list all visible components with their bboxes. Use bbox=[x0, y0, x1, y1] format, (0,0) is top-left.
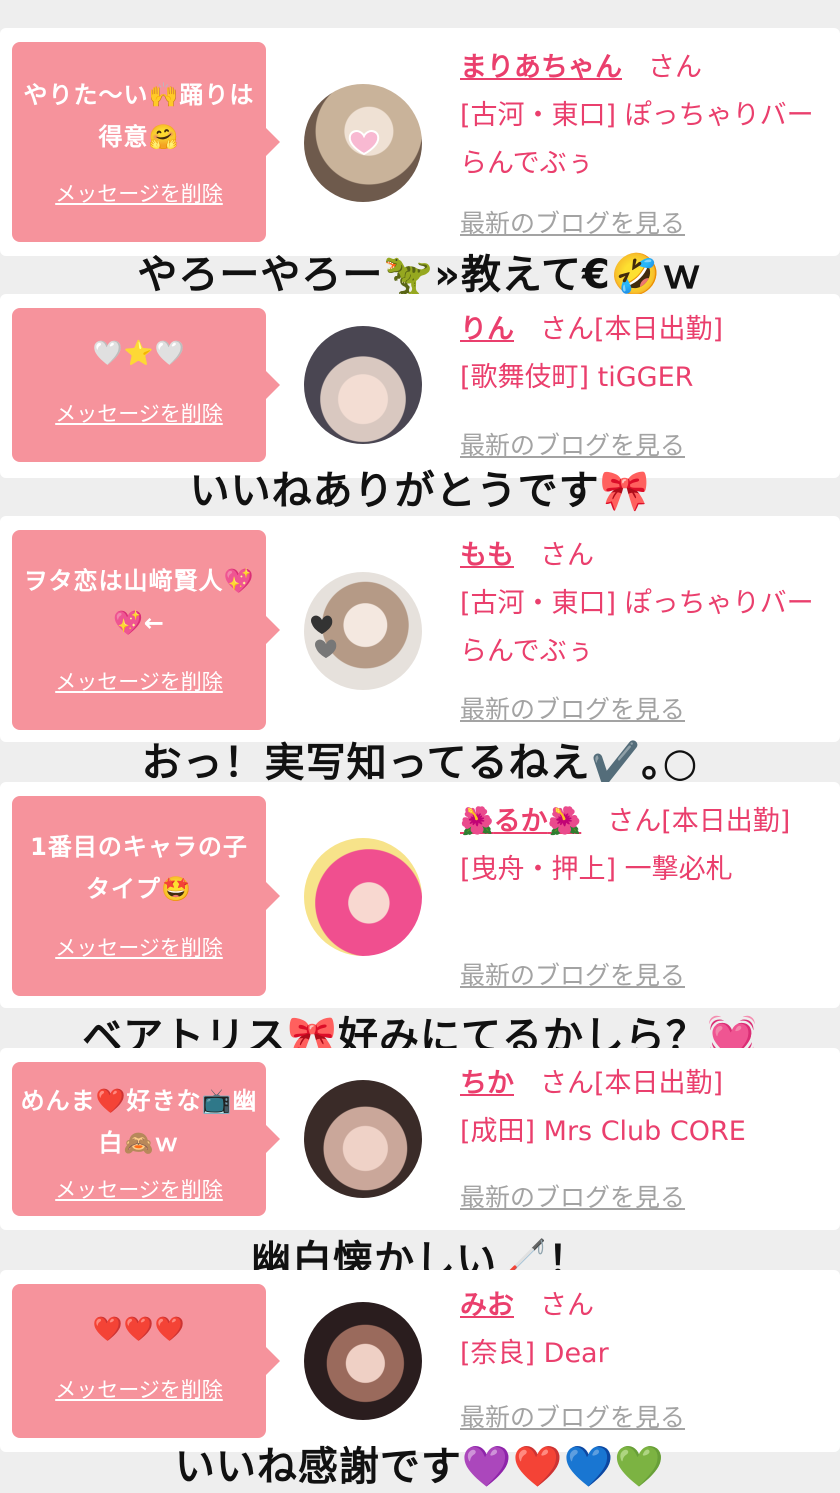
message-bubble: 🤍⭐🤍 メッセージを削除 bbox=[12, 308, 280, 462]
shop-link[interactable]: [成田] Mrs Club CORE bbox=[460, 1108, 832, 1156]
message-text: やりた〜い🙌踊りは得意🤗 bbox=[23, 81, 255, 151]
caption-overlay: おっ！実写知ってるねえ✔️｡○ bbox=[141, 740, 699, 786]
delete-message-link[interactable]: メッセージを削除 bbox=[12, 178, 266, 208]
profile-name[interactable]: 🌺るか🌺 bbox=[460, 806, 581, 837]
shop-link[interactable]: [奈良] Dear bbox=[460, 1330, 832, 1378]
latest-blog-link[interactable]: 最新のブログを見る bbox=[460, 1398, 685, 1434]
shop-link[interactable]: [歌舞伎町] tiGGER bbox=[460, 354, 832, 402]
delete-message-link[interactable]: メッセージを削除 bbox=[12, 666, 266, 696]
honorific: さん[本日出勤] bbox=[540, 314, 724, 345]
profile-name[interactable]: りん bbox=[460, 314, 514, 345]
avatar[interactable] bbox=[304, 84, 422, 202]
latest-blog-link[interactable]: 最新のブログを見る bbox=[460, 690, 685, 726]
profile-info: 🌺るか🌺 さん[本日出勤] [曳舟・押上] 一撃必札 bbox=[460, 798, 832, 894]
message-text: 1番目のキャラの子タイプ🤩 bbox=[30, 833, 248, 903]
honorific: さん bbox=[648, 52, 702, 83]
message-text: ❤️❤️❤️ bbox=[92, 1315, 186, 1343]
message-text: ヲタ恋は山﨑賢人💖💖← bbox=[23, 567, 255, 637]
latest-blog-link[interactable]: 最新のブログを見る bbox=[460, 956, 685, 992]
message-text: 🤍⭐🤍 bbox=[92, 339, 186, 367]
profile-info: ちか さん[本日出勤] [成田] Mrs Club CORE bbox=[460, 1060, 832, 1156]
avatar[interactable] bbox=[304, 572, 422, 690]
shop-link[interactable]: [曳舟・押上] 一撃必札 bbox=[460, 846, 832, 894]
profile-name[interactable]: ちか bbox=[460, 1068, 514, 1099]
profile-info: まりあちゃん さん [古河・東口] ぽっちゃりバー らんでぶぅ bbox=[460, 44, 832, 188]
post-card: 1番目のキャラの子タイプ🤩 メッセージを削除 🌺るか🌺 さん[本日出勤] [曳舟・… bbox=[0, 782, 840, 1008]
shop-link[interactable]: [古河・東口] ぽっちゃりバー らんでぶぅ bbox=[460, 580, 832, 676]
honorific: さん[本日出勤] bbox=[607, 806, 791, 837]
latest-blog-link[interactable]: 最新のブログを見る bbox=[460, 426, 685, 462]
message-text: めんま❤️好きな📺幽白🙈ｗ bbox=[20, 1087, 258, 1157]
post-card: ヲタ恋は山﨑賢人💖💖← メッセージを削除 もも さん [古河・東口] ぽっちゃりバ… bbox=[0, 516, 840, 742]
post-card: ❤️❤️❤️ メッセージを削除 みお さん [奈良] Dear 最新のブログを見る bbox=[0, 1270, 840, 1452]
profile-name[interactable]: まりあちゃん bbox=[460, 52, 622, 83]
profile-info: もも さん [古河・東口] ぽっちゃりバー らんでぶぅ bbox=[460, 532, 832, 676]
message-bubble: めんま❤️好きな📺幽白🙈ｗ メッセージを削除 bbox=[12, 1062, 280, 1216]
delete-message-link[interactable]: メッセージを削除 bbox=[12, 1374, 266, 1404]
shop-link[interactable]: [古河・東口] ぽっちゃりバー らんでぶぅ bbox=[460, 92, 832, 188]
delete-message-link[interactable]: メッセージを削除 bbox=[12, 398, 266, 428]
message-bubble: やりた〜い🙌踊りは得意🤗 メッセージを削除 bbox=[12, 42, 280, 242]
heart-sticker-icon bbox=[348, 130, 380, 156]
latest-blog-link[interactable]: 最新のブログを見る bbox=[460, 204, 685, 240]
profile-name[interactable]: もも bbox=[460, 540, 514, 571]
honorific: さん[本日出勤] bbox=[540, 1068, 724, 1099]
message-bubble: 1番目のキャラの子タイプ🤩 メッセージを削除 bbox=[12, 796, 280, 996]
post-card: 🤍⭐🤍 メッセージを削除 りん さん[本日出勤] [歌舞伎町] tiGGER 最新… bbox=[0, 294, 840, 478]
avatar[interactable] bbox=[304, 838, 422, 956]
avatar[interactable] bbox=[304, 1080, 422, 1198]
profile-name[interactable]: みお bbox=[460, 1290, 514, 1321]
avatar[interactable] bbox=[304, 326, 422, 444]
caption-overlay: いいねありがとうです🎀 bbox=[189, 468, 651, 514]
delete-message-link[interactable]: メッセージを削除 bbox=[12, 932, 266, 962]
avatar[interactable] bbox=[304, 1302, 422, 1420]
profile-info: りん さん[本日出勤] [歌舞伎町] tiGGER bbox=[460, 306, 832, 402]
latest-blog-link[interactable]: 最新のブログを見る bbox=[460, 1178, 685, 1214]
post-card: めんま❤️好きな📺幽白🙈ｗ メッセージを削除 ちか さん[本日出勤] [成田] M… bbox=[0, 1048, 840, 1230]
delete-message-link[interactable]: メッセージを削除 bbox=[12, 1174, 266, 1204]
honorific: さん bbox=[540, 1290, 594, 1321]
post-card: やりた〜い🙌踊りは得意🤗 メッセージを削除 まりあちゃん さん [古河・東口] ぽ… bbox=[0, 28, 840, 256]
profile-info: みお さん [奈良] Dear bbox=[460, 1282, 832, 1378]
caption-overlay: やろーやろー🦖»教えて€🤣ｗ bbox=[137, 252, 703, 298]
honorific: さん bbox=[540, 540, 594, 571]
heart-sticker-icon bbox=[311, 615, 337, 658]
message-bubble: ヲタ恋は山﨑賢人💖💖← メッセージを削除 bbox=[12, 530, 280, 730]
message-bubble: ❤️❤️❤️ メッセージを削除 bbox=[12, 1284, 280, 1438]
caption-overlay: いいね感謝です💜❤️💙💚 bbox=[174, 1444, 666, 1490]
